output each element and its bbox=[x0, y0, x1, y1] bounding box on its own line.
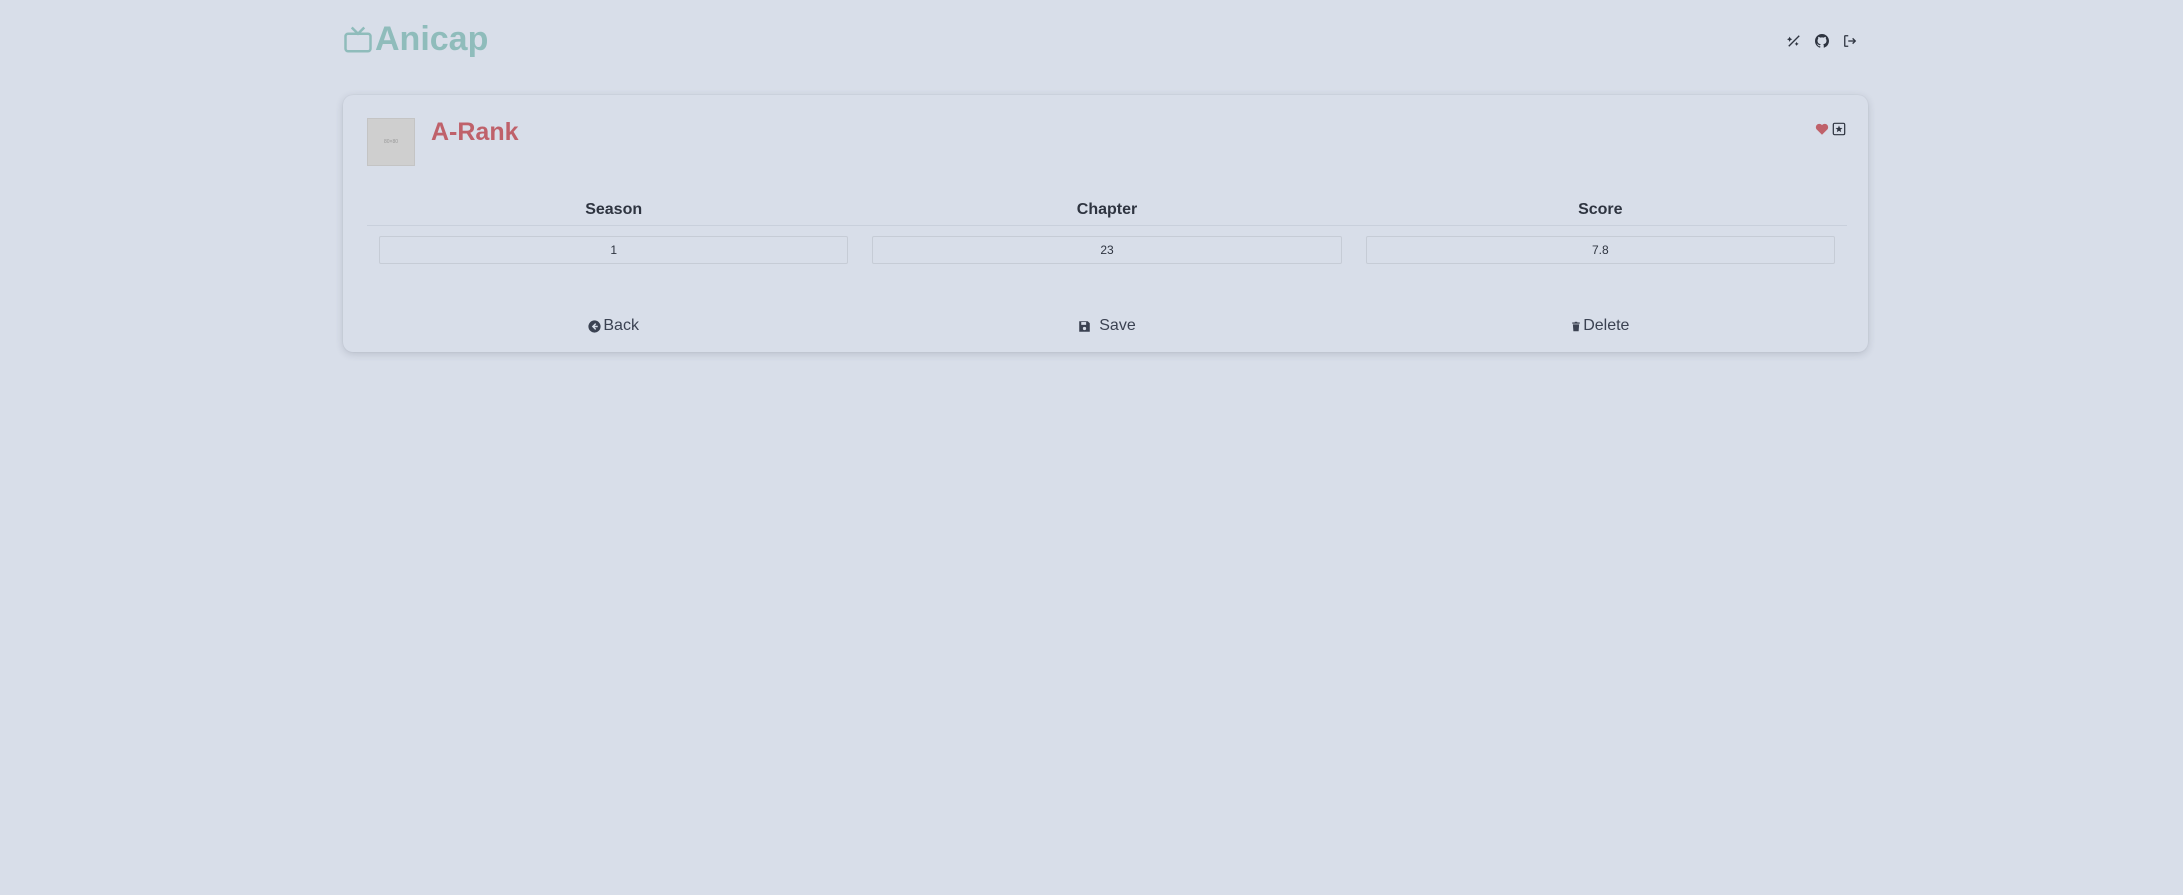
table-row bbox=[367, 226, 1847, 264]
delete-label: Delete bbox=[1583, 317, 1630, 334]
trash-icon bbox=[1572, 321, 1580, 331]
chapter-input[interactable] bbox=[872, 236, 1342, 264]
anime-card: 80×80 A-Rank Season Chapter Score 1 23 7… bbox=[343, 95, 1868, 352]
app-name: Anicap bbox=[375, 20, 489, 58]
table-header: Season Chapter Score bbox=[367, 202, 1847, 226]
theme-toggle-icon[interactable] bbox=[1787, 34, 1801, 48]
progress-table: Season Chapter Score bbox=[367, 202, 1847, 264]
header: Anicap bbox=[343, 18, 1857, 78]
app-logo[interactable]: Anicap bbox=[343, 20, 488, 59]
back-label: Back bbox=[603, 317, 639, 334]
score-input[interactable] bbox=[1365, 236, 1835, 264]
delete-button[interactable]: Delete bbox=[1571, 317, 1629, 335]
anime-thumbnail: 80×80 bbox=[367, 118, 415, 166]
card-actions: Back Save Delete bbox=[367, 317, 1847, 335]
floppy-disk-icon bbox=[1079, 320, 1091, 332]
heart-icon[interactable] bbox=[1815, 122, 1829, 136]
column-header-season: Season bbox=[585, 201, 643, 218]
github-icon[interactable] bbox=[1815, 34, 1829, 48]
tv-icon bbox=[344, 26, 372, 52]
save-label: Save bbox=[1099, 317, 1136, 334]
anime-title: A-Rank bbox=[431, 118, 519, 146]
column-header-score: Score bbox=[1578, 201, 1623, 218]
column-header-chapter: Chapter bbox=[1076, 201, 1138, 218]
season-input[interactable] bbox=[379, 236, 849, 264]
logout-icon[interactable] bbox=[1843, 34, 1857, 48]
back-button[interactable]: Back bbox=[588, 317, 639, 335]
arrow-circle-left-icon bbox=[588, 319, 601, 333]
thumbnail-placeholder-text: 80×80 bbox=[383, 139, 399, 145]
save-button[interactable]: Save bbox=[1078, 317, 1136, 335]
star-box-icon[interactable] bbox=[1832, 122, 1846, 136]
